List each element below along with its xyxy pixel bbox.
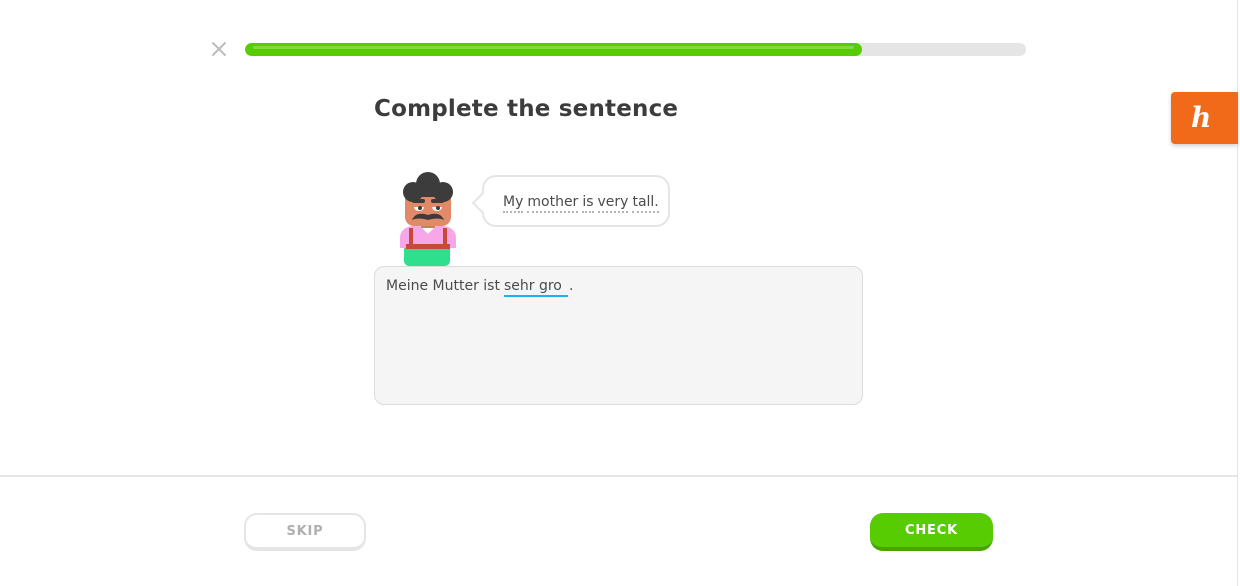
- footer-divider: [0, 475, 1237, 477]
- hint-word[interactable]: My: [503, 194, 524, 213]
- lesson-page: h Complete the sentence My mother is ver…: [0, 0, 1240, 586]
- speech-bubble-tail: [471, 191, 495, 215]
- close-lesson-button[interactable]: [208, 38, 230, 60]
- lesson-progress-fill: [245, 43, 862, 56]
- extension-badge-button[interactable]: h: [1171, 92, 1238, 144]
- answer-prefix-text: Meine Mutter ist: [386, 278, 500, 294]
- skip-button[interactable]: SKIP: [244, 513, 366, 551]
- speech-bubble: My mother is very tall.: [471, 175, 670, 227]
- hint-word[interactable]: mother: [527, 194, 579, 213]
- prompt-sentence: My mother is very tall.: [503, 194, 659, 213]
- window-edge: [1237, 0, 1238, 586]
- answer-sentence: Meine Mutter ist sehr gro .: [386, 277, 573, 297]
- hint-word[interactable]: tall.: [632, 194, 659, 213]
- answer-area[interactable]: Meine Mutter ist sehr gro .: [374, 266, 863, 405]
- challenge-heading: Complete the sentence: [374, 96, 679, 122]
- hint-word[interactable]: is: [582, 194, 594, 213]
- answer-suffix-text: .: [568, 278, 574, 294]
- hint-word[interactable]: very: [597, 194, 629, 213]
- lesson-progress-bar: [245, 43, 1026, 56]
- check-button[interactable]: CHECK: [870, 513, 993, 551]
- character-illustration: [392, 170, 464, 266]
- blank-answer-input[interactable]: sehr gro: [503, 277, 568, 297]
- extension-logo-icon: h: [1191, 101, 1212, 134]
- close-icon: [212, 42, 226, 56]
